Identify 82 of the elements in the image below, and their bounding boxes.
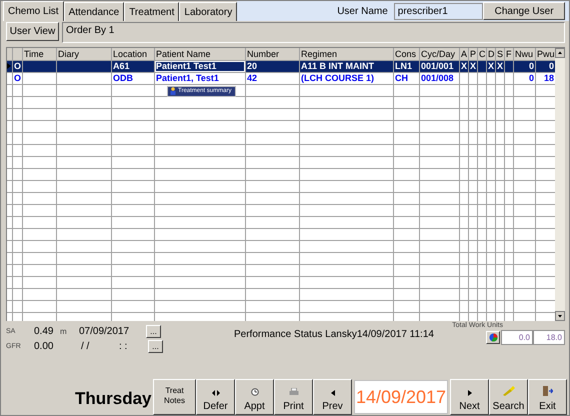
column-header: C: [479, 48, 486, 58]
tab[interactable]: Laboratory: [179, 2, 238, 21]
day-label: Thursday: [75, 388, 153, 409]
user-view-button[interactable]: User View: [6, 22, 59, 41]
pie-chart-button[interactable]: [486, 330, 500, 344]
table-cell: 20: [247, 60, 258, 70]
column-header: Nwu: [515, 48, 534, 58]
toolbar-button[interactable]: Exit: [528, 379, 567, 415]
left-arrow-icon: [330, 390, 334, 396]
change-user-button[interactable]: Change User: [483, 2, 565, 20]
column-header: Diary: [58, 48, 80, 58]
column-header: Cyc/Day: [421, 48, 456, 58]
scroll-up-icon[interactable]: [555, 48, 565, 58]
table-cell: 0: [528, 60, 534, 70]
tab[interactable]: Attendance: [64, 2, 124, 21]
performance-status: Performance Status Lansky14/09/2017 11:14: [234, 328, 434, 342]
user-name-label: User Name: [337, 6, 388, 16]
toolbar-button[interactable]: Prev: [313, 379, 352, 415]
column-header: D: [488, 48, 494, 58]
table-cell: 18: [544, 72, 554, 82]
table-cell: ODB: [113, 72, 133, 82]
column-header: Patient Name: [156, 48, 211, 58]
column-header: A: [461, 48, 468, 58]
sa-value: 0.49: [34, 326, 54, 337]
table-cell: A11 B INT MAINT: [301, 60, 374, 70]
table-cell: Patient1, Test1: [156, 72, 219, 82]
tab[interactable]: Chemo List: [3, 1, 64, 21]
more-button[interactable]: ...: [148, 340, 163, 353]
column-header: S: [497, 48, 504, 58]
scroll-down-icon[interactable]: [555, 310, 565, 321]
toolbar-button[interactable]: Treat Notes: [153, 379, 196, 415]
table-cell: 42: [247, 72, 258, 82]
date-display: 14/09/2017: [354, 380, 448, 414]
table-cell: X: [470, 60, 476, 70]
gfr-time: : :: [119, 340, 128, 352]
gfr-date: / /: [80, 340, 90, 352]
table-cell: 0: [548, 60, 554, 70]
table-cell: X: [461, 60, 468, 70]
user-name-field[interactable]: prescriber1: [394, 2, 484, 20]
sa-date: 07/09/2017: [79, 326, 130, 337]
pwu-total: 18.0: [533, 330, 565, 345]
column-header: Number: [247, 48, 280, 58]
table-cell: (LCH COURSE 1): [301, 72, 374, 82]
scrollbar[interactable]: [555, 48, 565, 321]
table-cell: A61: [113, 60, 130, 70]
column-header: F: [506, 48, 512, 58]
right-arrow-icon: [468, 390, 472, 396]
printer-icon: [288, 388, 298, 396]
table-cell: Patient1 Test1: [156, 60, 216, 70]
column-header: Regimen: [301, 48, 338, 58]
toolbar-button[interactable]: Print: [274, 379, 313, 415]
gfr-value: 0.00: [34, 340, 54, 352]
column-header: Time: [24, 48, 44, 58]
table-cell: X: [488, 60, 494, 70]
column-header: Location: [113, 48, 148, 58]
toolbar-button[interactable]: Defer: [196, 379, 235, 415]
table-cell: 0: [528, 72, 534, 82]
table-cell: 001/008: [421, 72, 454, 82]
toolbar-button[interactable]: Next: [450, 379, 489, 415]
table-cell: O: [14, 72, 22, 82]
table-cell: CH: [395, 72, 408, 82]
more-button[interactable]: ...: [146, 324, 161, 338]
table-cell: LN1: [395, 60, 412, 70]
table-cell: O: [14, 60, 22, 70]
exit-door-icon: [542, 386, 553, 396]
person-icon: [170, 87, 176, 95]
column-header: Pwu: [537, 48, 555, 58]
table-cell: X: [497, 60, 504, 70]
current-row-icon: [7, 63, 11, 69]
table-cell: 001/001: [421, 60, 454, 70]
flashlight-icon: [502, 385, 516, 396]
table-row[interactable]: O A61 Patient1 Test1 20 A11 B INT MAINT LN1 001/001 X X X X 0 0: [7, 60, 555, 72]
toolbar-button[interactable]: Appt: [235, 379, 274, 415]
clock-icon: [250, 388, 258, 396]
column-header: P: [470, 48, 476, 58]
nwu-total: 0.0: [501, 330, 533, 345]
sa-unit: m: [60, 326, 68, 336]
tab[interactable]: Treatment: [124, 2, 180, 21]
order-by-panel: Order By 1: [62, 22, 565, 42]
toolbar-button[interactable]: Search: [489, 379, 528, 415]
left-right-arrows-icon: [212, 390, 220, 396]
column-header: Cons: [395, 48, 416, 58]
